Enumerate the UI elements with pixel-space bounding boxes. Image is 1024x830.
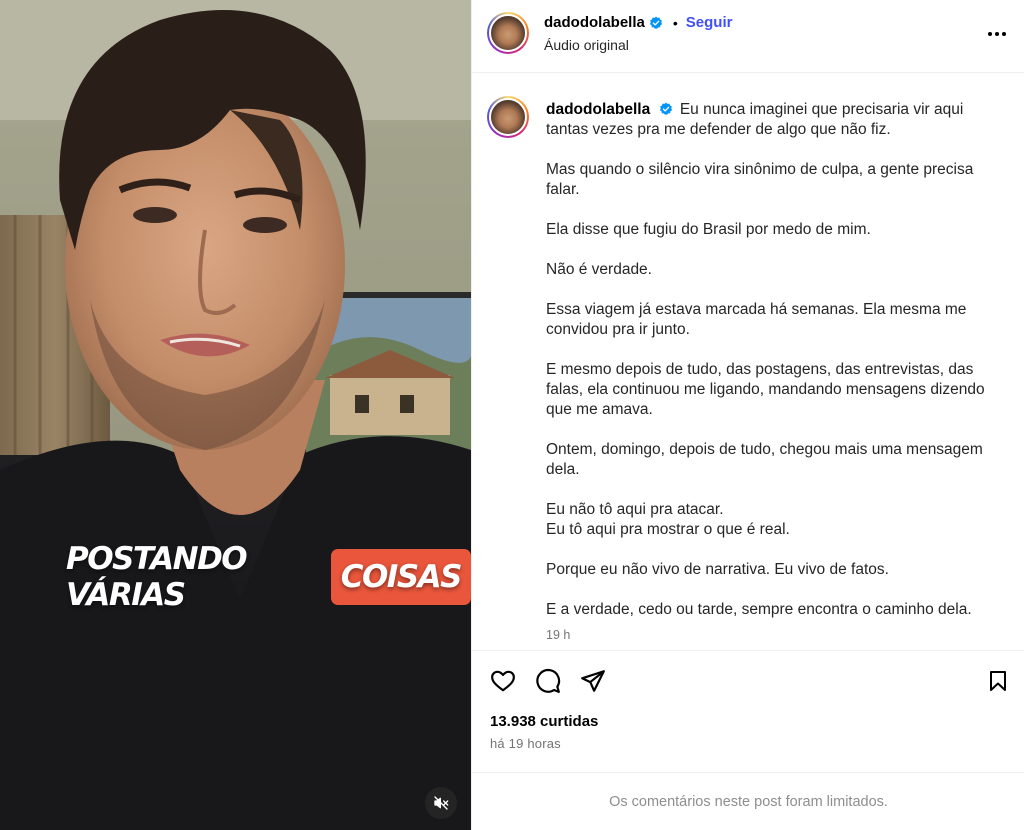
post-header: dadodolabella • Seguir Áudio original [472, 0, 1024, 73]
caption-highlight: COISAS [330, 549, 471, 605]
verified-badge-icon [649, 16, 662, 29]
caption-text-block: dadodolabella Eu nunca imaginei que prec… [546, 100, 1006, 620]
more-horizontal-icon [988, 32, 1006, 36]
video-caption: POSTANDO VÁRIAS COISAS [66, 541, 471, 613]
reel-video[interactable]: POSTANDO VÁRIAS COISAS [0, 0, 471, 830]
caption-avatar[interactable] [487, 96, 529, 138]
likes-count[interactable]: 13.938 curtidas [490, 713, 598, 730]
caption-username[interactable]: dadodolabella [546, 101, 650, 118]
caption-paragraph: Mas quando o silêncio vira sinônimo de c… [546, 161, 974, 198]
caption-paragraph: Não é verdade. [546, 261, 652, 278]
caption-timestamp[interactable]: 19 h [546, 628, 570, 642]
post-date[interactable]: há 19 horas [490, 736, 561, 751]
share-button[interactable] [579, 667, 607, 695]
caption-paragraph: Porque eu não vivo de narrativa. Eu vivo… [546, 561, 889, 578]
header-username[interactable]: dadodolabella [544, 14, 645, 31]
caption-paragraph: E mesmo depois de tudo, das postagens, d… [546, 361, 985, 418]
caption-line: Eu não tô aqui pra atacar. [546, 501, 724, 518]
caption-paragraph: Ontem, domingo, depois de tudo, chegou m… [546, 441, 983, 478]
audio-label[interactable]: Áudio original [544, 37, 629, 53]
comments-limited-notice: Os comentários neste post foram limitado… [609, 793, 888, 810]
caption-paragraph: Ela disse que fugiu do Brasil por medo d… [546, 221, 871, 238]
header-user-row: dadodolabella • Seguir [544, 14, 732, 31]
comment-icon [536, 668, 561, 693]
follow-button[interactable]: Seguir [686, 14, 733, 31]
save-button[interactable] [984, 667, 1012, 695]
post-caption: dadodolabella Eu nunca imaginei que prec… [472, 73, 1024, 651]
mute-button[interactable] [425, 787, 457, 819]
verified-badge-icon [659, 102, 672, 115]
post-actions: 13.938 curtidas há 19 horas [472, 651, 1024, 773]
avatar[interactable] [487, 12, 529, 54]
like-button[interactable] [489, 667, 517, 695]
separator-dot: • [672, 14, 678, 31]
caption-paragraph: Eu não tô aqui pra atacar. Eu tô aqui pr… [546, 500, 1006, 540]
post-panel: dadodolabella • Seguir Áudio original da… [471, 0, 1024, 830]
comment-button[interactable] [534, 667, 562, 695]
caption-paragraph: E a verdade, cedo ou tarde, sempre encon… [546, 601, 972, 618]
bookmark-icon [990, 671, 1006, 691]
video-frame [0, 0, 471, 830]
caption-paragraph: dadodolabella Eu nunca imaginei que prec… [546, 100, 1006, 140]
heart-icon [491, 670, 515, 692]
caption-line: Eu tô aqui pra mostrar o que é real. [546, 521, 790, 538]
speaker-muted-icon [434, 796, 449, 810]
more-options-button[interactable] [987, 24, 1007, 44]
caption-text: POSTANDO VÁRIAS [66, 541, 248, 613]
caption-paragraph: Essa viagem já estava marcada há semanas… [546, 301, 967, 338]
send-icon [581, 670, 605, 692]
